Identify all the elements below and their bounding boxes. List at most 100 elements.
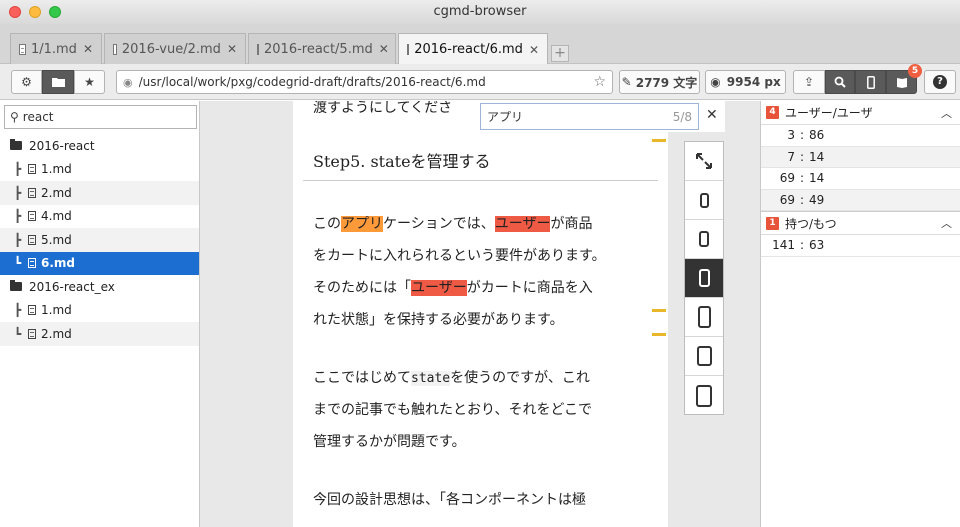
file-icon [28, 234, 36, 245]
tree-branch: ┣ [14, 303, 22, 318]
file-search-input[interactable]: ⚲ react [4, 105, 197, 129]
tab-label: 2016-react/6.md [414, 42, 523, 57]
doc-heading: Step5. stateを管理する [313, 152, 491, 171]
find-input[interactable]: アプリ 5/8 [480, 103, 699, 130]
term-occurrence[interactable]: 3:86 [761, 125, 960, 147]
notifications-button[interactable]: 5 [886, 64, 922, 94]
device-size-m-button[interactable] [685, 259, 723, 298]
file-item[interactable]: ┣ 1.md [0, 299, 199, 323]
find-position: 5/8 [672, 109, 692, 124]
tab-bar: 1/1.md ✕ 2016-vue/2.md ✕ 2016-react/5.md… [0, 24, 960, 65]
width-button[interactable]: ◉ 9954 px [705, 70, 786, 94]
file-label: 1.md [41, 303, 72, 318]
tab-close-icon[interactable]: ✕ [227, 42, 237, 56]
term-group-header[interactable]: 1 持つ/もつ ︿ [761, 211, 960, 235]
window-title: cgmd-browser [433, 4, 527, 19]
file-search-value: react [22, 110, 54, 124]
window-close-button[interactable] [9, 6, 21, 18]
term-highlight: ユーザー [411, 280, 467, 296]
term-occurrence[interactable]: 141:63 [761, 235, 960, 257]
expand-icon [696, 153, 712, 169]
tab-close-icon[interactable]: ✕ [529, 43, 539, 57]
term-occurrence[interactable]: 7:14 [761, 146, 960, 168]
bookmark-star-icon[interactable]: ☆ [593, 74, 606, 90]
tab-2016-react-5-md[interactable]: 2016-react/5.md ✕ [248, 33, 396, 64]
tab-2016-react-6-md[interactable]: 2016-react/6.md ✕ [398, 33, 548, 65]
document-icon [113, 43, 117, 55]
scroll-match-marker [652, 139, 666, 142]
device-size-xl-button[interactable] [685, 376, 723, 415]
file-item[interactable]: ┗ 2.md [0, 322, 199, 346]
toolbar: ⚙ ★ ◉ /usr/local/work/pxg/codegrid-draft… [0, 64, 960, 100]
term-occurrence[interactable]: 69:49 [761, 189, 960, 211]
doc-paragraph-line: ここではじめてstateを使うのですが、これ [313, 370, 590, 386]
device-size-l-button[interactable] [685, 298, 723, 337]
search-icon: ⚲ [10, 110, 19, 124]
find-close-icon[interactable]: ✕ [706, 107, 718, 123]
gauge-icon: ◉ [710, 75, 721, 89]
fullscreen-button[interactable] [685, 142, 723, 181]
chevron-up-icon[interactable]: ︿ [941, 215, 952, 231]
document-page: 渡すようにしてくださ Step5. stateを管理する このアプリケーションで… [293, 101, 668, 527]
document-icon [407, 44, 410, 55]
phone-large-icon [697, 306, 711, 328]
scroll-match-marker [652, 333, 666, 336]
window-maximize-button[interactable] [49, 6, 61, 18]
tree-branch: ┗ [14, 256, 22, 271]
device-size-tablet-button[interactable] [685, 337, 723, 376]
file-item[interactable]: ┣ 2.md [0, 181, 199, 205]
folder-item[interactable]: 2016-react [0, 134, 199, 158]
file-item[interactable]: ┣ 1.md [0, 158, 199, 182]
file-sidebar: ⚲ react 2016-react ┣ 1.md ┣ 2.md ┣ 4.md … [0, 101, 200, 527]
book-icon [896, 78, 907, 88]
find-query: アプリ [487, 110, 524, 124]
share-button[interactable]: ⇪ [793, 70, 825, 94]
help-icon: ? [933, 75, 947, 89]
settings-button[interactable]: ⚙ [11, 70, 42, 94]
tab-label: 2016-react/5.md [264, 41, 373, 57]
preview-area[interactable]: 渡すようにしてくださ Step5. stateを管理する このアプリケーションで… [200, 101, 760, 527]
file-item-selected[interactable]: ┗ 6.md [0, 251, 199, 275]
folder-item[interactable]: 2016-react_ex [0, 275, 199, 299]
char-count-button[interactable]: ✎ 2779 文字 [619, 70, 700, 94]
search-icon [834, 76, 846, 88]
file-icon [28, 258, 36, 269]
term-occurrence[interactable]: 69:14 [761, 168, 960, 190]
device-size-xs-button[interactable] [685, 181, 723, 220]
help-button[interactable]: ? [924, 70, 956, 94]
doc-paragraph-line: までの記事でも触れたとおり、それをどこで [313, 402, 593, 418]
device-size-s-button[interactable] [685, 220, 723, 259]
path-bar[interactable]: ◉ /usr/local/work/pxg/codegrid-draft/dra… [116, 70, 613, 94]
files-button[interactable] [42, 70, 74, 94]
new-tab-button[interactable]: + [551, 45, 569, 62]
search-toggle-button[interactable] [825, 70, 855, 94]
file-item[interactable]: ┣ 4.md [0, 205, 199, 229]
share-icon: ⇪ [803, 75, 815, 89]
file-label: 4.md [41, 209, 72, 224]
favorites-button[interactable]: ★ [74, 70, 105, 94]
folder-icon [10, 139, 22, 151]
device-toggle-button[interactable] [855, 70, 886, 94]
tab-close-icon[interactable]: ✕ [83, 42, 93, 56]
folder-label: 2016-react_ex [29, 279, 115, 294]
doc-top-line: 渡すようにしてくださ [313, 101, 453, 116]
tree-branch: ┣ [14, 185, 22, 200]
tab-2016-vue-2-md[interactable]: 2016-vue/2.md ✕ [104, 33, 246, 64]
document-icon [19, 43, 26, 55]
term-label: 持つ/もつ [785, 216, 837, 231]
doc-paragraph-line: れた状態」を保持する必要があります。 [313, 312, 564, 328]
tab-close-icon[interactable]: ✕ [379, 42, 389, 56]
file-label: 5.md [41, 232, 72, 247]
window-minimize-button[interactable] [29, 6, 41, 18]
chevron-up-icon[interactable]: ︿ [941, 105, 952, 121]
term-highlight: ユーザー [494, 216, 551, 232]
phone-icon [699, 231, 709, 247]
pencil-icon: ✎ [621, 75, 632, 89]
phone-icon [866, 75, 875, 89]
term-group-header[interactable]: 4 ユーザー/ユーザ ︿ [761, 101, 960, 125]
doc-paragraph-line: そのためには「ユーザーがカートに商品を入 [313, 280, 593, 296]
tablet-icon [696, 346, 712, 366]
tab-1-1-md[interactable]: 1/1.md ✕ [10, 33, 102, 64]
file-item[interactable]: ┣ 5.md [0, 228, 199, 252]
file-tree: 2016-react ┣ 1.md ┣ 2.md ┣ 4.md ┣ 5.md ┗… [0, 134, 199, 346]
